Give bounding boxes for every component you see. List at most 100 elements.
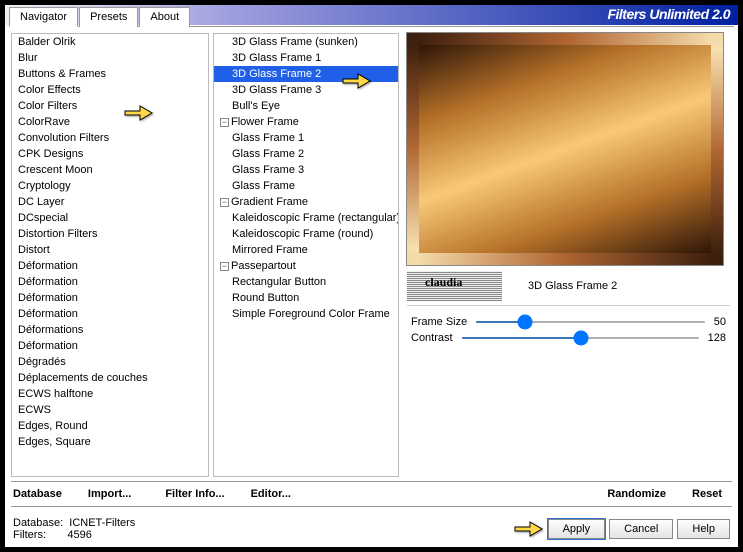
filter-item-label: Kaleidoscopic Frame (round) bbox=[232, 228, 373, 240]
filter-item[interactable]: Round Button bbox=[214, 290, 398, 306]
filter-item[interactable]: Mirrored Frame bbox=[214, 242, 398, 258]
category-item[interactable]: Déformation bbox=[12, 306, 208, 322]
category-item[interactable]: Balder Olrik bbox=[12, 34, 208, 50]
filter-item[interactable]: Glass Frame 1 bbox=[214, 130, 398, 146]
category-item[interactable]: ECWS halftone bbox=[12, 386, 208, 402]
filter-item-label: Flower Frame bbox=[231, 116, 299, 128]
category-item[interactable]: Cryptology bbox=[12, 178, 208, 194]
param-slider[interactable] bbox=[461, 337, 700, 339]
db-label: Database: bbox=[13, 517, 63, 529]
category-item[interactable]: Déformation bbox=[12, 290, 208, 306]
category-item[interactable]: Color Filters bbox=[12, 98, 208, 114]
filter-item[interactable]: −Gradient Frame bbox=[214, 194, 398, 210]
category-item[interactable]: Déformations bbox=[12, 322, 208, 338]
category-item[interactable]: Edges, Square bbox=[12, 434, 208, 450]
pointer-hand-icon bbox=[340, 69, 374, 96]
randomize-button[interactable]: Randomize bbox=[607, 488, 666, 500]
param-row: Frame Size 50 bbox=[409, 314, 732, 330]
category-item[interactable]: Déformation bbox=[12, 274, 208, 290]
vendor-logo bbox=[407, 271, 502, 301]
collapse-icon[interactable]: − bbox=[220, 262, 229, 271]
apply-button[interactable]: Apply bbox=[548, 519, 606, 539]
filter-item[interactable]: Rectangular Button bbox=[214, 274, 398, 290]
category-item[interactable]: ColorRave bbox=[12, 114, 208, 130]
filter-item[interactable]: 3D Glass Frame 1 bbox=[214, 50, 398, 66]
tab-presets[interactable]: Presets bbox=[79, 7, 138, 27]
filter-item[interactable]: Simple Foreground Color Frame bbox=[214, 306, 398, 322]
import-button[interactable]: Import... bbox=[88, 488, 131, 500]
filter-item-label: Passepartout bbox=[231, 260, 296, 272]
param-value: 128 bbox=[708, 332, 726, 344]
collapse-icon[interactable]: − bbox=[220, 198, 229, 207]
filter-item-label: Rectangular Button bbox=[232, 276, 326, 288]
category-item[interactable]: Crescent Moon bbox=[12, 162, 208, 178]
pointer-hand-icon bbox=[512, 517, 546, 544]
filter-item-label: 3D Glass Frame 2 bbox=[232, 68, 321, 80]
tab-navigator[interactable]: Navigator bbox=[9, 7, 78, 27]
category-item[interactable]: Edges, Round bbox=[12, 418, 208, 434]
category-item[interactable]: Déplacements de couches bbox=[12, 370, 208, 386]
filter-info-button[interactable]: Filter Info... bbox=[165, 488, 224, 500]
category-item[interactable]: CPK Designs bbox=[12, 146, 208, 162]
filter-item-label: Round Button bbox=[232, 292, 299, 304]
reset-button[interactable]: Reset bbox=[692, 488, 722, 500]
parameters: Frame Size 50 Contrast 128 bbox=[409, 314, 732, 346]
filter-item-label: 3D Glass Frame 1 bbox=[232, 52, 321, 64]
category-item[interactable]: DCspecial bbox=[12, 210, 208, 226]
param-value: 50 bbox=[714, 316, 726, 328]
filters-label: Filters: bbox=[13, 529, 46, 541]
status-info: Database: ICNET-Filters Filters: 4596 bbox=[13, 517, 135, 541]
filter-item[interactable]: Glass Frame bbox=[214, 178, 398, 194]
category-list-container: Balder OlrikBlurButtons & FramesColor Ef… bbox=[11, 33, 209, 477]
preview-image bbox=[407, 33, 723, 265]
filter-item-label: Gradient Frame bbox=[231, 196, 308, 208]
param-label: Frame Size bbox=[411, 316, 467, 328]
category-item[interactable]: DC Layer bbox=[12, 194, 208, 210]
filter-item-label: Simple Foreground Color Frame bbox=[232, 308, 390, 320]
filter-item[interactable]: Kaleidoscopic Frame (round) bbox=[214, 226, 398, 242]
param-label: Contrast bbox=[411, 332, 453, 344]
filter-item-label: Glass Frame 2 bbox=[232, 148, 304, 160]
filter-list-container: 3D Glass Frame (sunken) 3D Glass Frame 1 3… bbox=[213, 33, 399, 477]
filter-item-label: Mirrored Frame bbox=[232, 244, 308, 256]
filter-list[interactable]: 3D Glass Frame (sunken) 3D Glass Frame 1 3… bbox=[214, 34, 398, 476]
category-item[interactable]: Déformation bbox=[12, 258, 208, 274]
filters-count: 4596 bbox=[67, 529, 91, 541]
filter-item-label: Glass Frame 1 bbox=[232, 132, 304, 144]
param-row: Contrast 128 bbox=[409, 330, 732, 346]
cancel-button[interactable]: Cancel bbox=[609, 519, 673, 539]
action-bar-2: Database: ICNET-Filters Filters: 4596 Ap… bbox=[5, 511, 738, 545]
filter-item[interactable]: 3D Glass Frame (sunken) bbox=[214, 34, 398, 50]
right-panel: 3D Glass Frame 2 Frame Size 50 Contrast 128 bbox=[405, 33, 732, 477]
category-item[interactable]: Convolution Filters bbox=[12, 130, 208, 146]
category-item[interactable]: Distort bbox=[12, 242, 208, 258]
filter-item[interactable]: Glass Frame 2 bbox=[214, 146, 398, 162]
category-list[interactable]: Balder OlrikBlurButtons & FramesColor Ef… bbox=[12, 34, 208, 476]
category-item[interactable]: Déformation bbox=[12, 338, 208, 354]
filter-item[interactable]: −Passepartout bbox=[214, 258, 398, 274]
db-name: ICNET-Filters bbox=[69, 517, 135, 529]
filter-item-label: 3D Glass Frame (sunken) bbox=[232, 36, 358, 48]
category-item[interactable]: Buttons & Frames bbox=[12, 66, 208, 82]
category-item[interactable]: Distortion Filters bbox=[12, 226, 208, 242]
tab-about[interactable]: About bbox=[139, 7, 190, 27]
category-item[interactable]: ECWS bbox=[12, 402, 208, 418]
filter-item-label: Glass Frame 3 bbox=[232, 164, 304, 176]
filter-item[interactable]: −Flower Frame bbox=[214, 114, 398, 130]
database-button[interactable]: Database bbox=[13, 488, 62, 500]
filter-item-label: Glass Frame bbox=[232, 180, 295, 192]
filter-title-row: 3D Glass Frame 2 bbox=[405, 271, 732, 301]
filter-item-label: Kaleidoscopic Frame (rectangular) bbox=[232, 212, 398, 224]
help-button[interactable]: Help bbox=[677, 519, 730, 539]
category-item[interactable]: Color Effects bbox=[12, 82, 208, 98]
filter-item[interactable]: Bull's Eye bbox=[214, 98, 398, 114]
filter-item[interactable]: Glass Frame 3 bbox=[214, 162, 398, 178]
collapse-icon[interactable]: − bbox=[220, 118, 229, 127]
category-item[interactable]: Blur bbox=[12, 50, 208, 66]
filter-item-label: Bull's Eye bbox=[232, 100, 280, 112]
editor-button[interactable]: Editor... bbox=[251, 488, 291, 500]
filter-item-label: 3D Glass Frame 3 bbox=[232, 84, 321, 96]
filter-item[interactable]: Kaleidoscopic Frame (rectangular) bbox=[214, 210, 398, 226]
category-item[interactable]: Dégradés bbox=[12, 354, 208, 370]
param-slider[interactable] bbox=[475, 321, 706, 323]
